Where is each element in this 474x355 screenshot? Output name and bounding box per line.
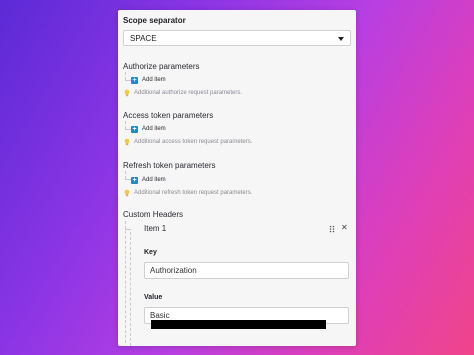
access-hint-text: Additional access token request paramete… [134,139,253,145]
scope-separator-label: Scope separator [123,16,186,25]
item-title: Item 1 [144,224,167,233]
close-icon[interactable]: ✕ [341,223,348,232]
drag-handle-icon[interactable] [329,225,335,233]
plus-icon: + [131,76,138,84]
add-item-label: Add item [142,126,166,132]
authorize-parameters-label: Authorize parameters [123,62,200,71]
lightbulb-icon [124,138,130,146]
authorize-hint-text: Additional authorize request parameters. [134,90,243,96]
chevron-down-icon [338,37,344,41]
scope-separator-select[interactable]: SPACE [123,30,351,46]
lightbulb-icon [124,89,130,97]
custom-headers-label: Custom Headers [123,210,184,219]
authorize-hint: Additional authorize request parameters. [124,88,242,98]
tree-line [125,121,126,129]
plus-icon: + [131,125,138,133]
plus-icon: + [131,176,138,184]
add-item-label: Add item [142,77,166,83]
add-item-label: Add item [142,177,166,183]
tree-line [125,72,126,80]
authorize-add-item-button[interactable]: + Add item [131,75,166,85]
refresh-hint-text: Additional refresh token request paramet… [134,190,253,196]
key-label: Key [144,249,157,256]
redaction-bar [151,320,326,330]
scope-separator-value: SPACE [130,34,157,43]
value-input-text: Basic [150,311,170,320]
value-input[interactable]: Basic [144,307,349,330]
tree-line [125,171,126,179]
settings-panel: Scope separator SPACE Authorize paramete… [118,10,356,346]
refresh-hint: Additional refresh token request paramet… [124,188,252,198]
tree-line [125,221,126,343]
refresh-token-parameters-label: Refresh token parameters [123,161,216,170]
key-input-value: Authorization [150,266,197,275]
access-hint: Additional access token request paramete… [124,137,252,147]
tree-line [130,232,131,346]
refresh-add-item-button[interactable]: + Add item [131,175,166,185]
lightbulb-icon [124,189,130,197]
key-input[interactable]: Authorization [144,262,349,279]
value-label: Value [144,294,163,301]
access-add-item-button[interactable]: + Add item [131,124,166,134]
header-item-1: Item 1 ✕ Key Authorization Value Basic [130,222,352,346]
access-token-parameters-label: Access token parameters [123,111,214,120]
